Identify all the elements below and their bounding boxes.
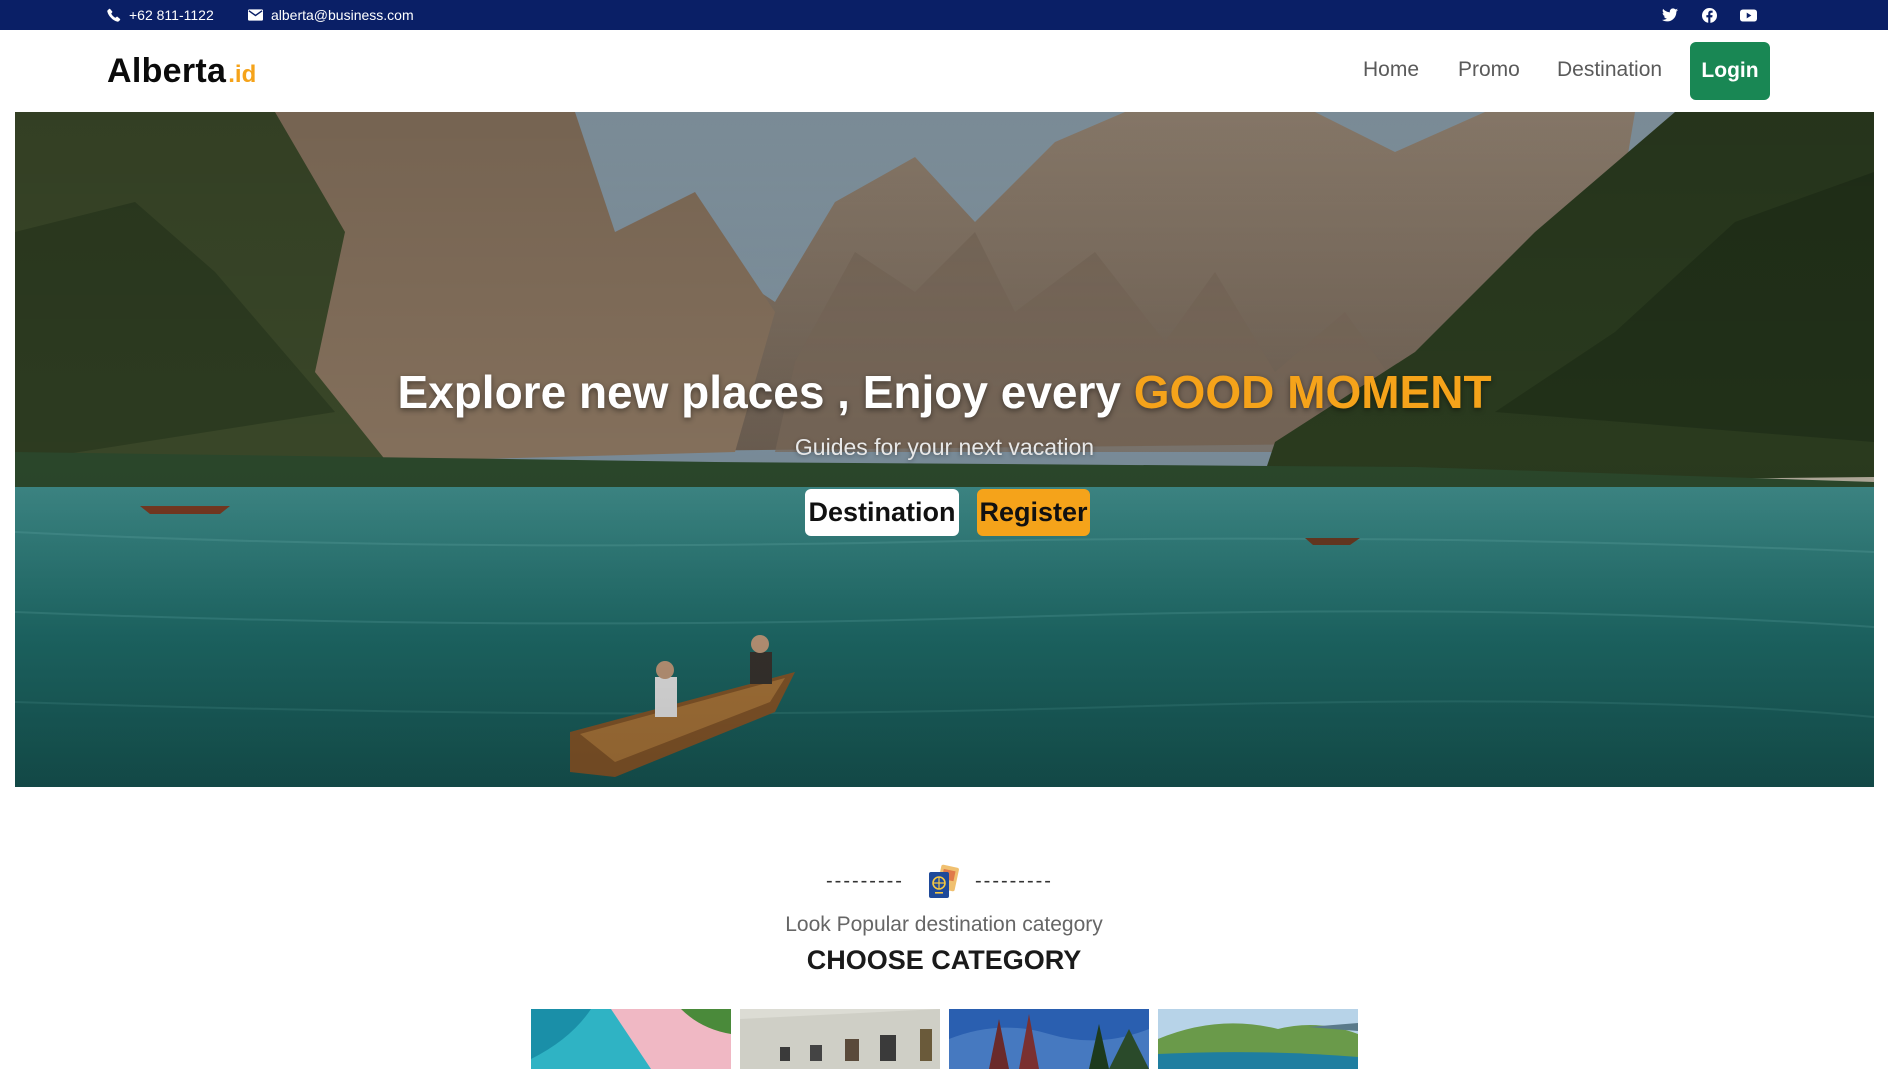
navbar: Alberta .id Home Promo Destination Login	[0, 30, 1888, 112]
passport-icon	[925, 864, 961, 905]
brand-logo[interactable]: Alberta .id	[107, 52, 256, 91]
category-card-temple[interactable]	[949, 1009, 1149, 1069]
category-card-beach[interactable]	[531, 1009, 731, 1069]
login-button[interactable]: Login	[1690, 42, 1770, 100]
temple-card-image	[949, 1009, 1149, 1069]
email-address: alberta@business.com	[271, 7, 414, 23]
nav-destination-link[interactable]: Destination	[1557, 58, 1662, 82]
facebook-link[interactable]	[1698, 0, 1720, 30]
phone-number: +62 811-1122	[129, 7, 214, 23]
email-contact[interactable]: alberta@business.com	[248, 0, 414, 30]
island-card-image	[1158, 1009, 1358, 1069]
hero-title-accent: GOOD MOMENT	[1133, 366, 1492, 418]
nav-home-link[interactable]: Home	[1363, 58, 1419, 82]
category-card-museum[interactable]	[740, 1009, 940, 1069]
youtube-icon	[1739, 8, 1757, 22]
youtube-link[interactable]	[1737, 0, 1759, 30]
museum-card-image	[740, 1009, 940, 1069]
beach-card-image	[531, 1009, 731, 1069]
mail-icon	[248, 9, 263, 21]
divider-dashes-right: ---------	[975, 870, 1053, 892]
brand-name: Alberta	[107, 52, 227, 90]
hero-banner: Explore new places , Enjoy every GOOD MO…	[15, 112, 1874, 787]
hero-title: Explore new places , Enjoy every GOOD MO…	[15, 365, 1874, 419]
hero-destination-button[interactable]: Destination	[805, 489, 959, 536]
twitter-icon	[1662, 8, 1678, 22]
nav-promo-link[interactable]: Promo	[1458, 58, 1520, 82]
twitter-link[interactable]	[1659, 0, 1681, 30]
category-card-island[interactable]	[1158, 1009, 1358, 1069]
category-title: CHOOSE CATEGORY	[806, 945, 1082, 975]
facebook-icon	[1701, 7, 1717, 23]
phone-contact[interactable]: +62 811-1122	[107, 0, 214, 30]
hero-register-button[interactable]: Register	[977, 489, 1090, 536]
hero-subtitle: Guides for your next vacation	[794, 434, 1095, 460]
top-bar: +62 811-1122 alberta@business.com	[0, 0, 1888, 30]
category-subtitle: Look Popular destination category	[785, 913, 1103, 936]
divider-dashes-left: ---------	[826, 870, 904, 892]
brand-suffix: .id	[228, 61, 257, 88]
phone-icon	[107, 8, 121, 22]
hero-title-main: Explore new places , Enjoy every	[397, 366, 1134, 418]
